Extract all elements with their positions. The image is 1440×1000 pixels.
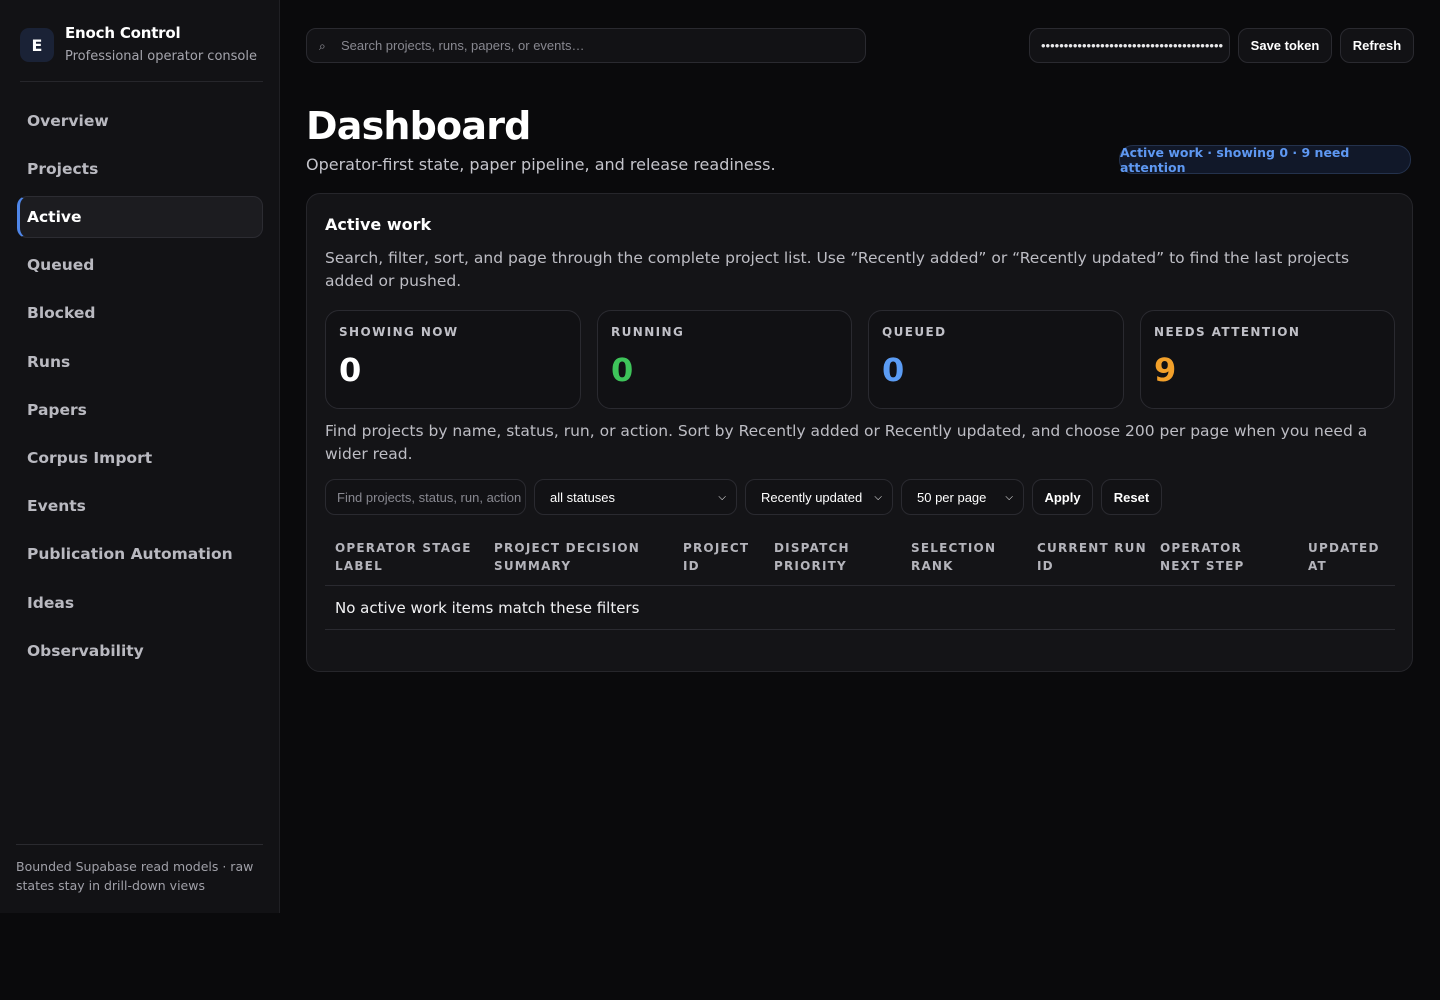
apply-button[interactable]: Apply [1032, 479, 1093, 515]
column-header[interactable]: CURRENT RUN ID [1037, 539, 1147, 575]
search-input[interactable] [341, 29, 856, 62]
stat-card-queued: QUEUED 0 [868, 310, 1124, 409]
brand-subtitle: Professional operator console [65, 49, 257, 64]
table-header-divider [325, 585, 1395, 586]
brand-logo: E [20, 28, 54, 62]
sidebar-item-observability[interactable]: Observability [17, 630, 263, 672]
refresh-button[interactable]: Refresh [1340, 28, 1414, 63]
active-work-panel: Active work Search, filter, sort, and pa… [306, 193, 1413, 672]
panel-title: Active work [325, 215, 432, 234]
global-search[interactable]: ⌕ [306, 28, 866, 63]
stat-value: 0 [882, 351, 905, 389]
page-size-select-value: 50 per page [917, 489, 987, 505]
stat-card-showing-now: SHOWING NOW 0 [325, 310, 581, 409]
column-header[interactable]: OPERATOR STAGE LABEL [335, 539, 475, 575]
empty-table-message: No active work items match these filters [335, 599, 640, 617]
search-icon: ⌕ [319, 39, 326, 53]
stat-card-running: RUNNING 0 [597, 310, 852, 409]
sidebar-item-runs[interactable]: Runs [17, 341, 263, 383]
sidebar-item-overview[interactable]: Overview [17, 100, 263, 142]
sidebar-item-ideas[interactable]: Ideas [17, 582, 263, 624]
sidebar-item-queued[interactable]: Queued [17, 244, 263, 286]
chevron-down-icon: ⌵ [874, 491, 882, 503]
page-subtitle: Operator-first state, paper pipeline, an… [306, 155, 776, 174]
stat-label: NEEDS ATTENTION [1154, 325, 1301, 339]
stat-label: RUNNING [611, 325, 685, 339]
stat-value: 0 [339, 351, 362, 389]
brand-title: Enoch Control [65, 24, 181, 42]
column-header[interactable]: DISPATCH PRIORITY [774, 539, 884, 575]
stat-label: SHOWING NOW [339, 325, 459, 339]
status-badge: Active work · showing 0 · 9 need attenti… [1119, 145, 1411, 175]
sidebar-divider [16, 844, 263, 845]
sidebar: E Enoch Control Professional operator co… [0, 0, 280, 913]
sidebar-item-publication-automation[interactable]: Publication Automation [17, 533, 263, 575]
stat-value: 0 [611, 351, 634, 389]
column-header[interactable]: OPERATOR NEXT STEP [1160, 539, 1285, 575]
table-row-divider [325, 629, 1395, 630]
page-size-select[interactable]: 50 per page ⌵ [901, 479, 1024, 515]
reset-button[interactable]: Reset [1101, 479, 1162, 515]
sidebar-item-blocked[interactable]: Blocked [17, 292, 263, 334]
status-select[interactable]: all statuses ⌵ [534, 479, 737, 515]
column-header[interactable]: UPDATED AT [1308, 539, 1388, 575]
column-header[interactable]: PROJECT ID [683, 539, 758, 575]
column-header[interactable]: SELECTION RANK [911, 539, 1021, 575]
token-field[interactable] [1029, 28, 1230, 63]
column-header[interactable]: PROJECT DECISION SUMMARY [494, 539, 654, 575]
status-select-value: all statuses [550, 489, 616, 505]
sidebar-item-projects[interactable]: Projects [17, 148, 263, 190]
sidebar-footer-note: Bounded Supabase read models · raw state… [16, 859, 254, 893]
sidebar-item-corpus-import[interactable]: Corpus Import [17, 437, 263, 479]
sidebar-item-events[interactable]: Events [17, 485, 263, 527]
panel-description: Search, filter, sort, and page through t… [325, 249, 1350, 290]
stat-value: 9 [1154, 351, 1177, 389]
stat-label: QUEUED [882, 325, 947, 339]
project-filter-input[interactable] [325, 479, 526, 515]
chevron-down-icon: ⌵ [1005, 491, 1013, 503]
chevron-down-icon: ⌵ [718, 491, 726, 503]
sidebar-item-papers[interactable]: Papers [17, 389, 263, 431]
save-token-button[interactable]: Save token [1238, 28, 1332, 63]
sort-select[interactable]: Recently updated ⌵ [745, 479, 893, 515]
sort-select-value: Recently updated [761, 489, 863, 505]
filter-description: Find projects by name, status, run, or a… [325, 422, 1368, 463]
stat-card-needs-attention: NEEDS ATTENTION 9 [1140, 310, 1395, 409]
sidebar-item-active[interactable]: Active [17, 196, 263, 238]
page-title: Dashboard [306, 104, 531, 148]
brand: E Enoch Control Professional operator co… [20, 21, 263, 82]
